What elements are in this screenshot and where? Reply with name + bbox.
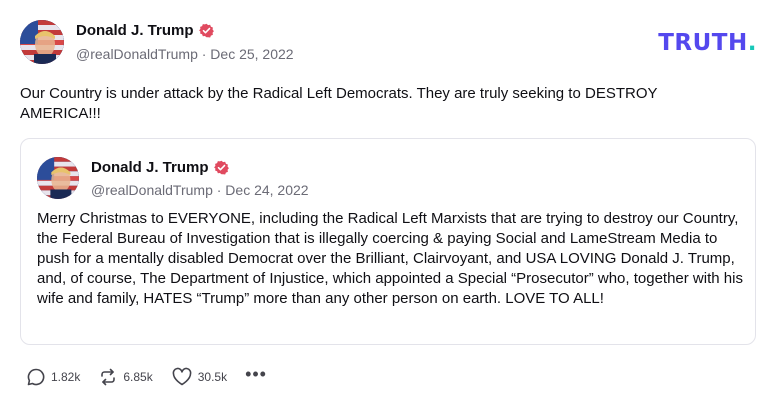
logo-dot: . [747,30,757,56]
quoted-author-name[interactable]: Donald J. Trump [91,159,229,176]
more-options-icon[interactable]: ••• [245,365,267,383]
post-actions-bar: 1.82k 6.85k 30.5k ••• [26,365,267,388]
truth-post: Donald J. Trump @realDonaldTrump · Dec 2… [0,0,777,407]
quoted-author-handle-date[interactable]: @realDonaldTrump · Dec 24, 2022 [91,182,309,198]
verified-badge-icon [213,160,229,175]
reply-bubble-icon [27,368,45,386]
avatar-image [20,20,64,64]
quoted-author-display-name[interactable]: Donald J. Trump [91,159,209,176]
retruth-button[interactable]: 6.85k [98,367,153,387]
author-avatar[interactable] [20,20,64,64]
like-count: 30.5k [197,370,228,384]
quoted-post-text: Merry Christmas to EVERYONE, including t… [37,210,743,307]
post-body-text: Our Country is under attack by the Radic… [20,85,658,122]
retruth-count: 6.85k [123,370,153,384]
heart-icon [172,367,192,386]
author-display-name[interactable]: Donald J. Trump [76,22,194,39]
author-handle-date[interactable]: @realDonaldTrump · Dec 25, 2022 [76,46,294,62]
truth-social-logo[interactable]: TRUTH. [658,30,757,56]
avatar-image [37,157,79,199]
author-name[interactable]: Donald J. Trump [76,22,214,39]
quoted-post-card[interactable]: Donald J. Trump @realDonaldTrump · Dec 2… [20,138,756,345]
reply-button[interactable]: 1.82k [26,367,80,387]
quoted-author-avatar[interactable] [37,157,79,199]
reply-count: 1.82k [51,370,81,384]
logo-text: TRUTH [658,30,748,56]
verified-badge-icon [198,23,214,38]
like-button[interactable]: 30.5k [171,367,227,387]
retruth-icon [101,368,116,386]
